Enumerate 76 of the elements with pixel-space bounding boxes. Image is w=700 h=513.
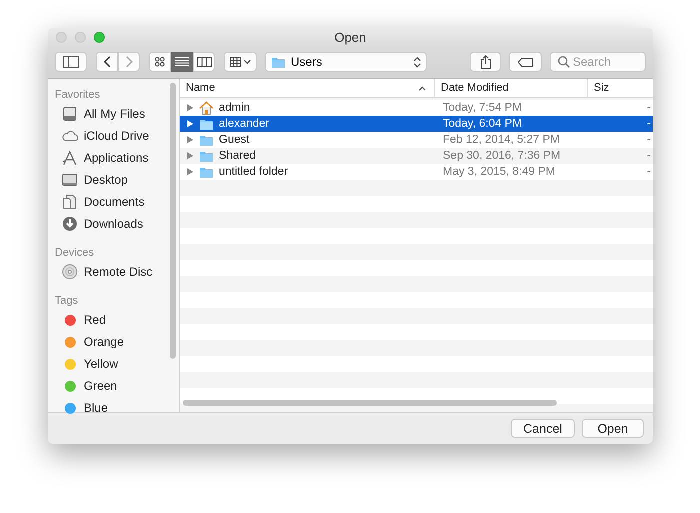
documents-icon [62,194,78,210]
back-button[interactable] [96,52,118,72]
folder-icon [271,55,286,69]
column-header[interactable]: Date Modified [435,79,588,97]
sidebar-item[interactable]: Blue [48,397,179,419]
sidebar-item[interactable]: All My Files [48,103,179,125]
window-title: Open [334,30,366,44]
sidebar-item[interactable]: Orange [48,331,179,353]
sidebar-item[interactable]: iCloud Drive [48,125,179,147]
date-modified: Today, 6:04 PM [443,118,522,130]
file-name: Guest [219,134,250,146]
search-icon [558,56,570,68]
column-header[interactable]: Name [180,79,435,97]
file-name: Shared [219,150,256,162]
sidebar-item[interactable]: Desktop [48,169,179,191]
download-icon [62,216,78,232]
file-size: - [647,134,651,146]
disc-icon [62,264,78,280]
chevron-left-icon [104,56,110,68]
sidebar-item[interactable]: Red [48,309,179,331]
date-modified: May 3, 2015, 8:49 PM [443,166,556,178]
file-row[interactable]: untitled folder May 3, 2015, 8:49 PM - [180,164,653,180]
grid-icon [155,57,165,67]
section-heading: Devices [54,246,96,261]
location-popup[interactable]: Users [265,52,427,72]
folder-icon [199,133,214,147]
column-header[interactable]: Siz [588,79,653,97]
dialog-button[interactable]: Open [582,419,644,438]
file-row[interactable]: Shared Sep 30, 2016, 7:36 PM - [180,148,653,164]
folder-icon [199,149,214,163]
search-field[interactable]: Search [550,52,646,72]
share-icon [480,55,490,69]
file-size: - [647,166,651,178]
compass-icon [62,150,78,166]
file-name: admin [219,102,250,114]
section-heading: Favorites [54,88,102,103]
chevron-right-icon [126,56,132,68]
caret-icon [244,60,251,64]
file-name: untitled folder [219,166,288,178]
sidebar-item[interactable]: Downloads [48,213,179,235]
date-modified: Sep 30, 2016, 7:36 PM [443,150,561,162]
grid-icon [230,57,241,67]
sidebar-item[interactable]: Remote Disc [48,261,179,283]
tag-button[interactable] [509,52,542,72]
view-mode-button[interactable] [171,52,193,72]
scrollbar-thumb[interactable] [183,400,557,406]
desktop-icon [62,172,78,188]
sidebar-item[interactable]: Applications [48,147,179,169]
sidebar-item[interactable]: Documents [48,191,179,213]
share-button[interactable] [470,52,501,72]
dialog-button[interactable]: Cancel [511,419,575,438]
house-icon [199,101,214,115]
sidebar-item[interactable]: Yellow [48,353,179,375]
file-row[interactable]: admin Today, 7:54 PM - [180,100,653,116]
file-name: alexander [219,118,270,130]
file-row[interactable]: alexander Today, 6:04 PM - [180,116,653,132]
date-modified: Today, 7:54 PM [443,102,522,114]
folder-icon [199,165,214,179]
stepper-icon [414,56,421,68]
tag-icon [518,58,533,66]
file-size: - [647,102,651,114]
file-size: - [647,150,651,162]
sidebar-item[interactable]: Green [48,375,179,397]
file-size: - [647,118,651,130]
folder-icon [199,117,214,131]
columns-icon [196,57,212,67]
scrollbar-thumb[interactable] [170,83,176,359]
sidebar-toggle-button[interactable] [55,52,87,72]
arrange-button[interactable] [224,52,257,72]
file-row[interactable]: Guest Feb 12, 2014, 5:27 PM - [180,132,653,148]
list-icon [175,57,189,67]
date-modified: Feb 12, 2014, 5:27 PM [443,134,560,146]
zoom-button[interactable] [94,32,105,42]
section-heading: Tags [54,294,80,309]
drive-icon [62,106,78,122]
sidebar-icon [63,56,79,68]
